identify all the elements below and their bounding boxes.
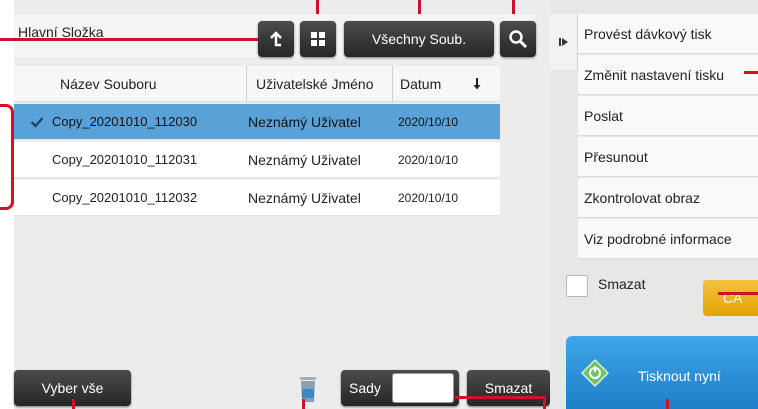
- print-now-button[interactable]: Tisknout nyní: [566, 336, 758, 409]
- start-diamond-icon: [580, 358, 610, 388]
- trash-icon: [300, 377, 316, 402]
- all-files-button[interactable]: Všechny Soub.: [344, 21, 494, 57]
- table-header: Název Souboru Uživatelské Jméno Datum: [14, 66, 500, 102]
- column-divider: [392, 66, 393, 102]
- thumbnail-view-button[interactable]: [300, 21, 336, 57]
- column-header-user-name[interactable]: Uživatelské Jméno: [256, 66, 374, 102]
- callout-line: [744, 71, 758, 74]
- clear-all-button[interactable]: CA: [703, 280, 758, 316]
- menu-send[interactable]: Poslat: [578, 96, 758, 136]
- menu-change-print-settings[interactable]: Změnit nastavení tisku: [578, 55, 758, 95]
- callout-line: [316, 0, 319, 14]
- table-row[interactable]: Copy_20201010_112030 Neznámý Uživatel 20…: [14, 104, 500, 140]
- user-name-cell: Neznámý Uživatel: [248, 152, 361, 168]
- collapse-arrow-icon: [558, 38, 568, 46]
- callout-line: [72, 399, 75, 409]
- file-name-cell: Copy_20201010_112030: [52, 114, 198, 129]
- search-button[interactable]: [500, 21, 536, 57]
- date-cell: 2020/10/10: [398, 191, 459, 205]
- user-name-cell: Neznámý Uživatel: [248, 190, 361, 206]
- file-name-cell: Copy_20201010_112031: [52, 152, 198, 167]
- sets-label: Sady: [349, 380, 381, 396]
- menu-batch-print[interactable]: Provést dávkový tisk: [578, 14, 758, 54]
- search-icon: [509, 30, 528, 49]
- callout-line: [302, 399, 305, 409]
- up-arrow-icon: [270, 31, 282, 47]
- table-scrollbar[interactable]: [500, 66, 536, 352]
- print-now-label: Tisknout nyní: [638, 368, 721, 384]
- sort-down-arrow-icon[interactable]: [472, 77, 482, 91]
- menu-check-image[interactable]: Zkontrolovat obraz: [578, 178, 758, 218]
- up-folder-button[interactable]: [258, 21, 294, 57]
- delete-checkbox-label: Smazat: [598, 276, 646, 292]
- callout-line: [0, 38, 258, 41]
- callout-line: [418, 0, 421, 14]
- callout-line: [718, 292, 758, 295]
- delete-checkbox[interactable]: [566, 275, 588, 297]
- callout-line: [543, 396, 546, 409]
- grid-icon: [311, 32, 325, 46]
- menu-move[interactable]: Přesunout: [578, 137, 758, 177]
- callout-bracket: [0, 104, 14, 210]
- date-cell: 2020/10/10: [398, 115, 459, 129]
- table-row[interactable]: Copy_20201010_112031 Neznámý Uživatel 20…: [14, 142, 500, 178]
- date-cell: 2020/10/10: [398, 153, 459, 167]
- file-name-cell: Copy_20201010_112032: [52, 190, 198, 205]
- callout-line: [455, 396, 545, 399]
- column-header-date[interactable]: Datum: [400, 66, 441, 102]
- file-table: Název Souboru Uživatelské Jméno Datum Co…: [14, 66, 500, 218]
- collapse-panel-button[interactable]: [550, 14, 578, 70]
- column-header-file-name[interactable]: Název Souboru: [60, 66, 157, 102]
- callout-line: [512, 0, 515, 14]
- column-divider: [246, 66, 247, 102]
- sets-input[interactable]: [392, 373, 454, 403]
- menu-detail-info[interactable]: Viz podrobné informace: [578, 219, 758, 259]
- callout-line: [666, 399, 669, 409]
- checkmark-icon: [30, 117, 44, 128]
- table-row[interactable]: Copy_20201010_112032 Neznámý Uživatel 20…: [14, 180, 500, 216]
- user-name-cell: Neznámý Uživatel: [248, 114, 361, 130]
- delete-button[interactable]: Smazat: [467, 370, 550, 406]
